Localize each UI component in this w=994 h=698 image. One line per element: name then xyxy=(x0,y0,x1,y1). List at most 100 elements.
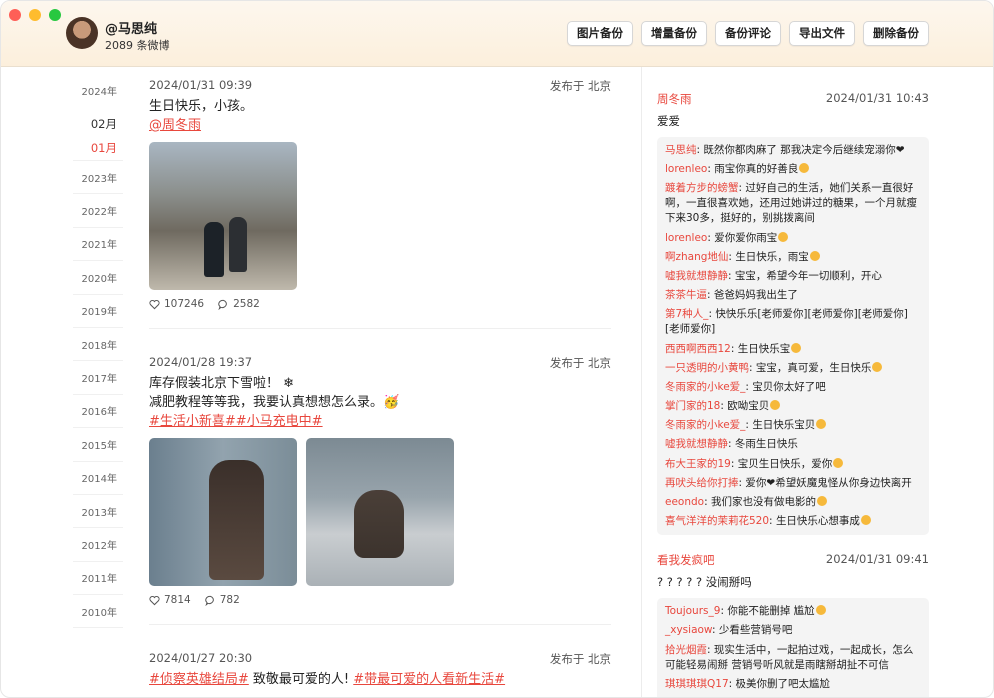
emoji-icon xyxy=(799,163,810,174)
backup-comments-button[interactable]: 备份评论 xyxy=(715,21,781,46)
year-item[interactable]: 2011年 xyxy=(73,562,123,596)
reply-item: 西西啊西西12: 生日快乐宝 xyxy=(665,342,921,357)
app-window: @马思纯 2089 条微博 图片备份 增量备份 备份评论 导出文件 删除备份 2… xyxy=(0,0,994,698)
like-count[interactable]: 107246 xyxy=(149,298,204,310)
reply-item: lorenleo: 爱你爱你雨宝 xyxy=(665,231,921,246)
emoji-icon xyxy=(815,605,826,616)
post-text: 生日快乐，小孩。 xyxy=(149,99,254,114)
reply-item: 布大王家的19: 宝贝生日快乐，爱你 xyxy=(665,457,921,472)
reply-item: 嘘我就想静静: 宝宝，希望今年一切顺利，开心 xyxy=(665,269,882,282)
reply-item: 冬雨家的小ke爱_: 生日快乐宝贝 xyxy=(665,418,921,433)
reply-item: _xysiaow: 少看些营销号吧 xyxy=(665,624,793,637)
reply-item: 踱着方步的螃蟹: 过好自己的生活，她们关系一直很好啊，一直很喜欢她，还用过她讲过… xyxy=(665,182,917,225)
comment-count[interactable]: 782 xyxy=(205,594,240,606)
reply-item: 掌门家的18: 欧呦宝贝 xyxy=(665,399,921,414)
comment-time: 2024/01/31 10:43 xyxy=(825,91,929,105)
month-01[interactable]: 01月 xyxy=(73,135,123,161)
comment-author[interactable]: 看我发疯吧 xyxy=(657,552,715,568)
post-image[interactable] xyxy=(149,438,297,586)
mention-link[interactable]: @周冬雨 xyxy=(149,116,611,135)
post-text: #侦察英雄结局# 致敬最可爱的人! #带最可爱的人看新生活# xyxy=(149,672,506,687)
post-card: 2024/01/31 09:39 发布于 北京 生日快乐，小孩。 @周冬雨 10… xyxy=(149,67,611,329)
window-controls xyxy=(9,9,61,21)
reply-item: 冬雨家的小ke爱_: 宝贝你太好了吧 xyxy=(665,380,826,393)
column-divider xyxy=(641,67,642,697)
comment-time: 2024/01/31 09:41 xyxy=(825,552,929,567)
year-item[interactable]: 2015年 xyxy=(73,428,123,462)
post-count: 2089 条微博 xyxy=(105,39,170,52)
comment-author[interactable]: 周冬雨 xyxy=(657,91,692,107)
reply-item: 琪琪琪琪Q17: 极美你删了吧太尴尬 xyxy=(665,677,831,690)
reply-item: 马思纯: 既然你都肉麻了 那我决定今后继续宠溺你❤ xyxy=(665,144,905,156)
heart-icon xyxy=(149,299,160,309)
reply-item: 一只透明的小黄鸭: 宝宝，真可爱，生日快乐 xyxy=(665,361,921,376)
user-name: @马思纯 xyxy=(105,22,158,37)
emoji-icon xyxy=(809,250,820,261)
year-item[interactable]: 2021年 xyxy=(73,228,123,262)
avatar[interactable] xyxy=(66,17,98,49)
year-item[interactable]: 2022年 xyxy=(73,194,123,228)
delete-backup-button[interactable]: 删除备份 xyxy=(863,21,929,46)
topic-link[interactable]: #生活小新喜##小马充电中# xyxy=(149,412,611,431)
reply-list: 马思纯: 既然你都肉麻了 那我决定今后继续宠溺你❤ lorenleo: 雨宝你真… xyxy=(657,137,929,536)
year-item[interactable]: 2012年 xyxy=(73,528,123,562)
reply-item: 喜气洋洋的茉莉花520: 生日快乐心想事成 xyxy=(665,514,921,529)
year-item[interactable]: 2019年 xyxy=(73,295,123,328)
emoji-icon xyxy=(778,231,789,242)
comments-panel: 周冬雨 2024/01/31 10:43 爱爱 马思纯: 既然你都肉麻了 那我决… xyxy=(657,67,929,697)
emoji-icon xyxy=(770,400,781,411)
emoji-icon xyxy=(816,419,827,430)
emoji-icon xyxy=(816,496,827,506)
like-count[interactable]: 7814 xyxy=(149,594,191,606)
topic-link[interactable]: #带最可爱的人看新生活# xyxy=(353,672,505,687)
reply-item: 啊zhang地仙: 生日快乐，雨宝 xyxy=(665,250,921,265)
reply-item: 第7种人_: 快快乐乐[老师爱你][老师爱你][老师爱你][老师爱你] xyxy=(665,308,908,336)
comment-text: 爱爱 xyxy=(657,114,680,128)
year-item[interactable]: 2010年 xyxy=(73,595,123,629)
post-time: 2024/01/28 19:37 xyxy=(149,355,253,369)
year-item[interactable]: 2017年 xyxy=(73,361,123,395)
minimize-window-icon[interactable] xyxy=(29,9,41,21)
comment-header: 周冬雨 2024/01/31 10:43 xyxy=(657,91,929,107)
year-item[interactable]: 2020年 xyxy=(73,261,123,295)
image-backup-button[interactable]: 图片备份 xyxy=(567,21,633,46)
post-text: 库存假装北京下雪啦！ ❄ xyxy=(149,376,295,391)
month-02[interactable]: 02月 xyxy=(73,113,123,135)
post-location: 发布于 北京 xyxy=(549,652,611,666)
reply-item: 再吠头给你打捧: 爱你❤希望妖魔鬼怪从你身边快离开 xyxy=(665,476,912,489)
emoji-icon xyxy=(860,515,871,526)
post-card: 2024/01/27 20:30 发布于 北京 #侦察英雄结局# 致敬最可爱的人… xyxy=(149,640,611,697)
comment-text: ? ? ? ? ? 没闹掰吗 xyxy=(657,575,752,590)
export-file-button[interactable]: 导出文件 xyxy=(789,21,855,46)
post-card: 2024/01/28 19:37 发布于 北京 库存假装北京下雪啦！ ❄ 减肥教… xyxy=(149,344,611,625)
post-location: 发布于 北京 xyxy=(549,356,611,370)
maximize-window-icon[interactable] xyxy=(49,9,61,21)
reply-item: eeondo: 我们家也没有做电影的 xyxy=(665,495,921,510)
post-text: 减肥教程等等我，我要认真想想怎么录。🥳 xyxy=(149,395,400,410)
post-image[interactable] xyxy=(306,438,454,586)
year-item[interactable]: 2014年 xyxy=(73,462,123,495)
year-2024[interactable]: 2024年 xyxy=(73,67,123,113)
year-item[interactable]: 2016年 xyxy=(73,395,123,429)
post-time: 2024/01/31 09:39 xyxy=(149,78,253,92)
incremental-backup-button[interactable]: 增量备份 xyxy=(641,21,707,46)
post-image[interactable] xyxy=(149,142,297,290)
year-item[interactable]: 2013年 xyxy=(73,495,123,529)
toolbar: 图片备份 增量备份 备份评论 导出文件 删除备份 xyxy=(567,21,929,46)
comment-count[interactable]: 2582 xyxy=(218,298,260,310)
emoji-icon xyxy=(872,361,883,372)
close-window-icon[interactable] xyxy=(9,9,21,21)
comment-icon xyxy=(218,299,227,310)
reply-item: 茶茶牛逼: 爸爸妈妈我出生了 xyxy=(665,289,798,302)
year-item[interactable]: 2023年 xyxy=(73,161,123,195)
timeline-sidebar: 2024年 02月 01月 2023年 2022年 2021年 2020年 20… xyxy=(73,67,123,629)
topic-link[interactable]: #侦察英雄结局# xyxy=(149,672,249,687)
year-item[interactable]: 2018年 xyxy=(73,328,123,362)
reply-list: Toujours_9: 你能不能删掉 尴尬 _xysiaow: 少看些营销号吧 … xyxy=(657,598,929,697)
header: @马思纯 2089 条微博 图片备份 增量备份 备份评论 导出文件 删除备份 xyxy=(1,1,993,67)
reply-item: Toujours_9: 你能不能删掉 尴尬 xyxy=(665,604,921,619)
reply-item: 拾光烟霞: 现实生活中，一起拍过戏，一起成长，怎么可能轻易闹掰 营销号听风就是雨… xyxy=(665,643,914,671)
post-feed: 2024/01/31 09:39 发布于 北京 生日快乐，小孩。 @周冬雨 10… xyxy=(149,67,611,697)
emoji-icon xyxy=(833,457,844,468)
reply-item: 嘘我就想静静: 冬雨生日快乐 xyxy=(665,438,798,451)
